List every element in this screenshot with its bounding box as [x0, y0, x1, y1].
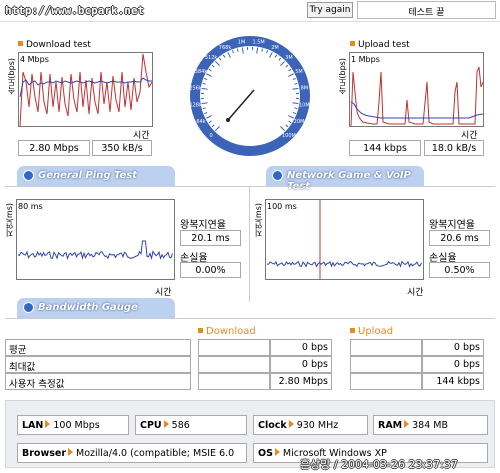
gauge-label: 20M: [294, 119, 305, 125]
upload-title: Upload test: [350, 40, 410, 50]
row-spacer: [198, 339, 270, 356]
download-graph: 4 Mbps: [18, 52, 153, 127]
row-spacer: [350, 373, 422, 390]
top-bar: http://www.bcpark.net Try again 테스트 끝: [0, 0, 500, 22]
cpu-info: CPU 586: [135, 415, 247, 435]
arrow-icon: [163, 420, 169, 428]
vertical-divider: [249, 186, 250, 302]
download-y-axis: 속도(bps): [7, 58, 16, 95]
arrow-icon: [272, 170, 283, 181]
ping-loss-field: 0.00%: [180, 262, 241, 278]
gauge-label: 2M: [271, 45, 279, 51]
gauge-label: 0: [210, 133, 213, 139]
row-label-user: 사용자 측정값: [5, 373, 191, 390]
gauge-label: 1M: [238, 40, 246, 46]
svg-text:100 ms: 100 ms: [267, 202, 297, 211]
row-label-max: 최대값: [5, 356, 191, 373]
gauge-label: 1.5M: [252, 40, 264, 46]
svg-text:80 ms: 80 ms: [18, 202, 43, 211]
upload-graph: 1 Mbps: [349, 52, 484, 127]
download-kbs-field: 350 kB/s: [92, 140, 152, 156]
game-rtt-label: 왕복지연율: [429, 220, 475, 231]
ping-x-axis: 시간: [155, 288, 172, 298]
tab-network-game[interactable]: Network Game & VoIP Test: [266, 166, 424, 192]
row-spacer: [198, 356, 270, 373]
row-user-download: 2.80 Mbps: [270, 373, 332, 390]
clock-info: Clock 930 MHz: [253, 415, 368, 435]
gauge-label: 128k: [189, 103, 202, 109]
arrow-icon: [404, 420, 410, 428]
browser-info: Browser Mozilla/4.0 (compatible; MSIE 6.0: [17, 443, 247, 463]
site-logo: http://www.bcpark.net: [5, 4, 145, 17]
ping-rtt-field: 20.1 ms: [180, 230, 241, 246]
gauge-label: 256k: [189, 85, 202, 91]
game-y-axis: 지연(ms): [254, 203, 263, 238]
game-loss-field: 0.50%: [429, 262, 490, 278]
row-max-upload: 0 bps: [422, 356, 484, 373]
try-again-button[interactable]: Try again: [307, 2, 353, 18]
bandwidth-download-header: Download: [198, 326, 256, 337]
ping-rtt-label: 왕복지연율: [180, 220, 226, 231]
tab-bandwidth-gauge[interactable]: Bandwidth Gauge: [17, 298, 175, 318]
footer-watermark: 흔상망 / 2004-03-26 23:37:37: [300, 458, 458, 471]
arrow-icon: [45, 420, 51, 428]
gauge-label: 384k: [195, 69, 208, 75]
arrow-icon: [68, 448, 74, 456]
arrow-icon: [23, 170, 34, 181]
row-spacer: [350, 339, 422, 356]
svg-text:4 Mbps: 4 Mbps: [20, 55, 49, 64]
speed-test-app: http://www.bcpark.net Try again 테스트 끝 Do…: [0, 0, 500, 473]
gauge-label: 5M: [295, 69, 303, 75]
ping-y-axis: 지연(ms): [5, 203, 14, 238]
game-rtt-field: 20.6 ms: [429, 230, 490, 246]
game-graph: 100 ms: [265, 199, 424, 280]
gauge-label: 100M: [282, 133, 296, 139]
svg-text:1 Mbps: 1 Mbps: [351, 55, 380, 64]
upload-y-axis: 속도(bps): [338, 58, 347, 95]
gauge-label: 512k: [205, 55, 218, 61]
ram-info: RAM 384 MB: [373, 415, 488, 435]
arrow-icon: [274, 448, 280, 456]
tab-general-ping[interactable]: General Ping Test: [17, 166, 175, 186]
speed-gauge: 0 64k 128k 256k 384k 512k768k 1M 1.5M 2M 3M 5M 8M 10…: [189, 36, 310, 156]
row-spacer: [350, 356, 422, 373]
row-average-upload: 0 bps: [422, 339, 484, 356]
gauge-label: 8M: [301, 85, 309, 91]
gauge-label: 64k: [196, 119, 205, 125]
row-label-average: 평균: [5, 339, 191, 356]
download-title: Download test: [18, 40, 91, 50]
download-mbps-field: 2.80 Mbps: [18, 140, 90, 156]
bandwidth-upload-header: Upload: [350, 326, 393, 337]
gauge-label: 3M: [285, 55, 293, 61]
upload-kbps-field: 144 kbps: [349, 140, 421, 156]
row-max-download: 0 bps: [270, 356, 332, 373]
row-user-upload: 144 kbps: [422, 373, 484, 390]
arrow-icon: [288, 420, 294, 428]
divider: [5, 186, 495, 187]
arrow-icon: [23, 302, 34, 313]
game-x-axis: 시간: [407, 288, 424, 298]
ping-graph: 80 ms: [16, 199, 175, 280]
gauge-label: 10M: [299, 103, 310, 109]
lan-info: LAN 100 Mbps: [17, 415, 129, 435]
row-spacer: [198, 373, 270, 390]
upload-kbs-field: 18.0 kB/s: [424, 140, 484, 156]
gauge-label: 768k: [219, 45, 232, 51]
status-field: 테스트 끝: [357, 1, 496, 19]
row-average-download: 0 bps: [270, 339, 332, 356]
divider: [5, 318, 495, 319]
